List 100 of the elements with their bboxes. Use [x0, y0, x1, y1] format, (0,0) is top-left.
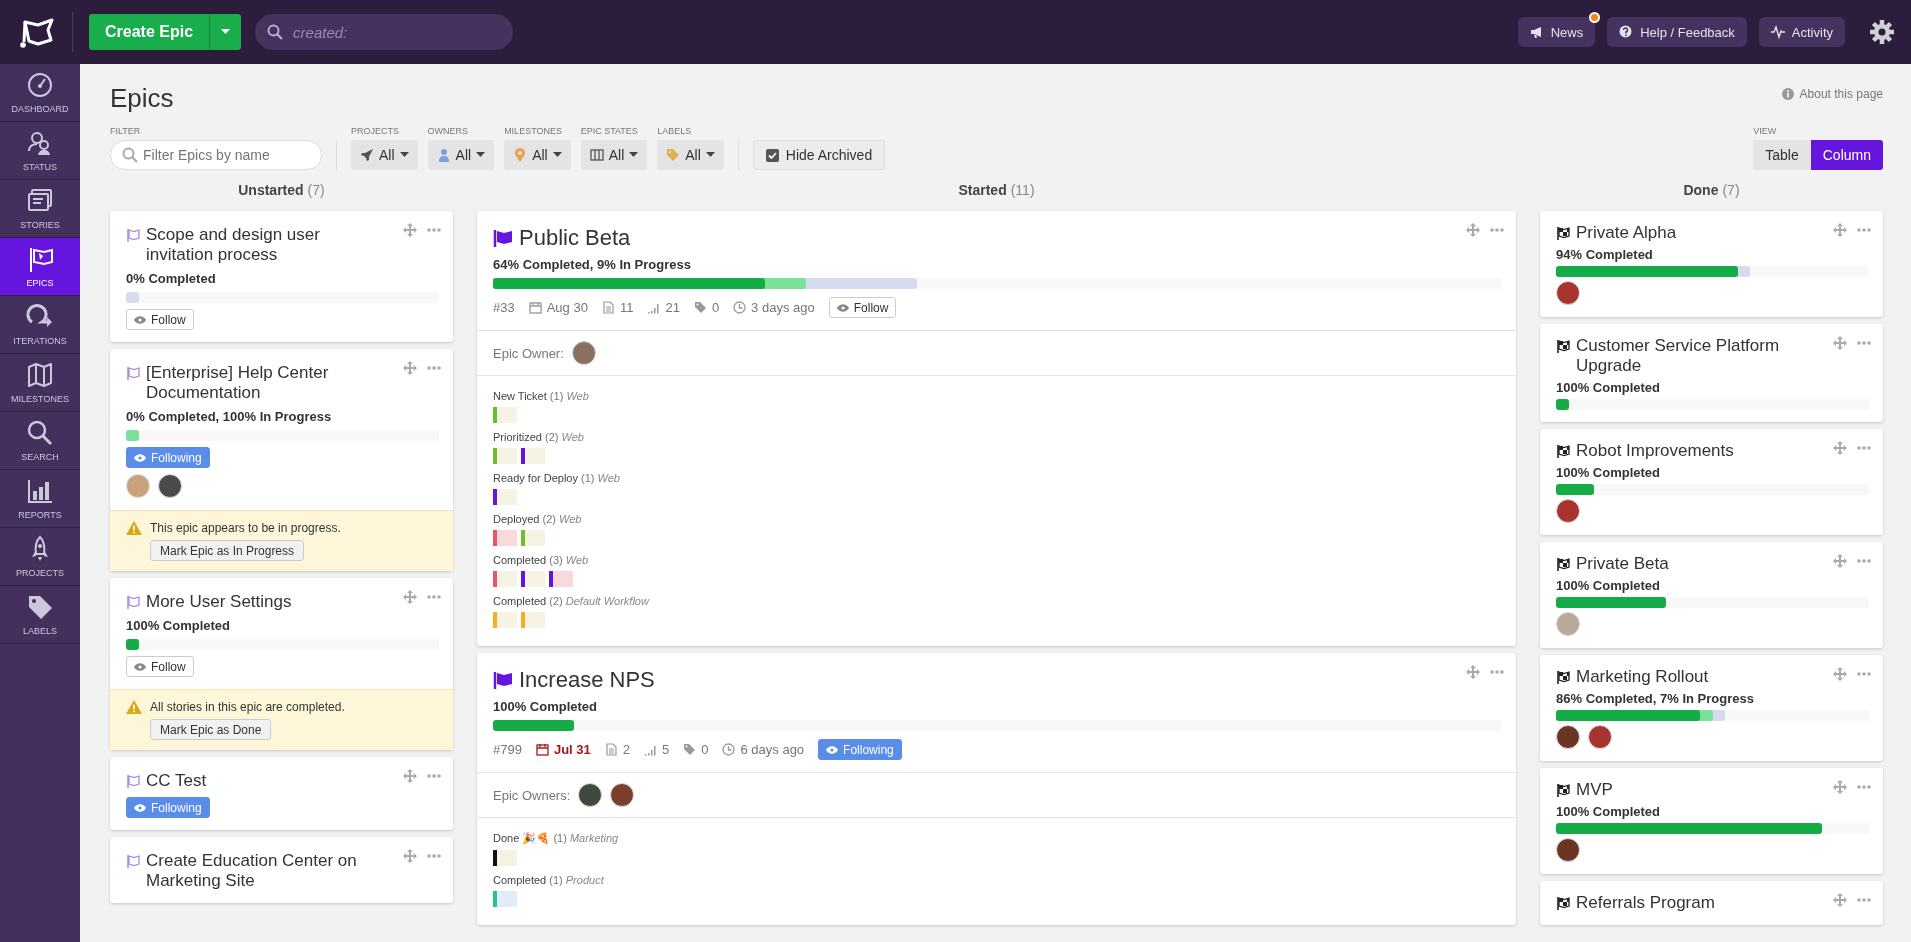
help-button[interactable]: Help / Feedback: [1607, 17, 1747, 47]
filter-dropdown[interactable]: All: [427, 140, 495, 170]
move-icon[interactable]: [403, 361, 417, 375]
story-block[interactable]: [549, 571, 573, 587]
move-icon[interactable]: [1833, 223, 1847, 237]
story-block[interactable]: [521, 448, 545, 464]
avatar[interactable]: [578, 783, 603, 807]
more-icon[interactable]: [427, 774, 441, 778]
more-icon[interactable]: [427, 228, 441, 232]
epic-card[interactable]: Private Beta 100% Completed: [1540, 542, 1883, 648]
move-icon[interactable]: [1833, 780, 1847, 794]
sidebar-item[interactable]: REPORTS: [0, 470, 80, 528]
epic-title[interactable]: More User Settings: [146, 592, 292, 612]
avatar[interactable]: [610, 783, 635, 807]
view-tab[interactable]: Table: [1753, 140, 1811, 170]
story-block[interactable]: [493, 850, 517, 866]
move-icon[interactable]: [1833, 554, 1847, 568]
epic-card[interactable]: Referrals Program: [1540, 881, 1883, 925]
epic-card[interactable]: Create Education Center on Marketing Site: [110, 837, 453, 903]
move-icon[interactable]: [1466, 223, 1480, 237]
activity-button[interactable]: Activity: [1758, 17, 1845, 47]
more-icon[interactable]: [427, 854, 441, 858]
create-menu-button[interactable]: [209, 14, 242, 50]
avatar[interactable]: [1556, 838, 1580, 862]
more-icon[interactable]: [1857, 898, 1871, 902]
avatar[interactable]: [1588, 725, 1612, 749]
avatar[interactable]: [571, 341, 596, 365]
follow-button[interactable]: Follow: [126, 656, 194, 677]
epic-card[interactable]: More User Settings 100% Completed Follow All stories in this epic are completed. Mark Epic as Done: [110, 578, 453, 750]
epic-title[interactable]: Marketing Rollout: [1576, 667, 1709, 687]
sidebar-item[interactable]: ITERATIONS: [0, 296, 80, 354]
news-button[interactable]: News: [1517, 17, 1596, 47]
epic-title[interactable]: Increase NPS: [519, 667, 655, 693]
more-icon[interactable]: [1857, 672, 1871, 676]
epic-title[interactable]: Robot Improvements: [1576, 441, 1734, 461]
mark-epic-button[interactable]: Mark Epic as Done: [150, 719, 272, 740]
filter-dropdown[interactable]: All: [351, 140, 418, 170]
sidebar-item[interactable]: LABELS: [0, 586, 80, 644]
avatar[interactable]: [1556, 281, 1580, 305]
filter-dropdown[interactable]: All: [580, 140, 648, 170]
epic-card[interactable]: Private Alpha 94% Completed: [1540, 211, 1883, 317]
avatar[interactable]: [1556, 499, 1580, 523]
move-icon[interactable]: [403, 849, 417, 863]
sidebar-item[interactable]: SEARCH: [0, 412, 80, 470]
settings-icon[interactable]: [1869, 19, 1895, 45]
move-icon[interactable]: [403, 769, 417, 783]
epic-title[interactable]: Create Education Center on Marketing Site: [146, 851, 389, 891]
move-icon[interactable]: [1833, 441, 1847, 455]
epic-title[interactable]: Private Alpha: [1576, 223, 1677, 243]
sidebar-item[interactable]: PROJECTS: [0, 528, 80, 586]
epic-title[interactable]: MVP: [1576, 780, 1613, 800]
mark-epic-button[interactable]: Mark Epic as In Progress: [150, 540, 305, 561]
more-icon[interactable]: [1857, 341, 1871, 345]
epic-card[interactable]: Scope and design user invitation process 0% Completed Follow: [110, 211, 453, 342]
more-icon[interactable]: [1857, 559, 1871, 563]
epic-card[interactable]: Marketing Rollout 86% Completed, 7% In Progress: [1540, 655, 1883, 761]
move-icon[interactable]: [1833, 667, 1847, 681]
epic-title[interactable]: Scope and design user invitation process: [146, 225, 389, 265]
epic-title[interactable]: [Enterprise] Help Center Documentation: [146, 363, 389, 403]
avatar[interactable]: [1556, 725, 1580, 749]
epic-card[interactable]: MVP 100% Completed: [1540, 768, 1883, 874]
search-field[interactable]: created:: [255, 14, 514, 50]
more-icon[interactable]: [1490, 228, 1504, 232]
move-icon[interactable]: [1833, 893, 1847, 907]
column-title: Started: [958, 182, 1007, 200]
story-block[interactable]: [521, 571, 545, 587]
filter-field[interactable]: Filter Epics by name: [110, 140, 322, 170]
epic-card[interactable]: CC Test Following: [110, 757, 453, 830]
more-icon[interactable]: [1857, 785, 1871, 789]
view-tab[interactable]: Column: [1810, 140, 1883, 170]
filter-dropdown[interactable]: All: [504, 140, 571, 170]
epic-title[interactable]: Public Beta: [519, 225, 631, 251]
more-icon[interactable]: [427, 595, 441, 599]
epic-card[interactable]: Robot Improvements 100% Completed: [1540, 429, 1883, 535]
move-icon[interactable]: [1466, 665, 1480, 679]
follow-button[interactable]: Follow: [126, 309, 194, 330]
more-icon[interactable]: [1857, 228, 1871, 232]
move-icon[interactable]: [403, 223, 417, 237]
sidebar-item[interactable]: DASHBOARD: [0, 64, 80, 122]
move-icon[interactable]: [1833, 336, 1847, 350]
follow-button[interactable]: Follow: [828, 297, 897, 318]
epic-title[interactable]: Referrals Program: [1576, 893, 1715, 913]
epic-card[interactable]: [Enterprise] Help Center Documentation 0% Completed, 100% In Progress Following This epic appears to be in progress. Mark Epic as In Progress: [110, 349, 453, 571]
filter-dropdown[interactable]: All: [657, 140, 724, 170]
story-block[interactable]: [493, 489, 517, 505]
sidebar-item[interactable]: EPICS: [0, 238, 80, 296]
sidebar-item[interactable]: MILESTONES: [0, 354, 80, 412]
more-icon[interactable]: [1490, 670, 1504, 674]
hide-archived-toggle[interactable]: Hide Archived: [752, 140, 886, 170]
move-icon[interactable]: [403, 590, 417, 604]
more-icon[interactable]: [427, 366, 441, 370]
epic-card[interactable]: Increase NPS 100% Completed #799 Jul 31 2 5 0 6 days ago Following Epic Owners: Done 🎉🍕 (1) Marketing Completed (1) Product: [477, 653, 1516, 925]
sidebar-item[interactable]: STATUS: [0, 122, 80, 180]
epic-title[interactable]: Private Beta: [1576, 554, 1669, 574]
more-icon[interactable]: [1857, 446, 1871, 450]
epic-title[interactable]: CC Test: [146, 771, 207, 791]
avatar[interactable]: [158, 474, 182, 498]
epic-title[interactable]: Customer Service Platform Upgrade: [1576, 336, 1819, 376]
epic-card[interactable]: Customer Service Platform Upgrade 100% Completed: [1540, 324, 1883, 422]
about-link[interactable]: About this page: [1799, 87, 1883, 101]
